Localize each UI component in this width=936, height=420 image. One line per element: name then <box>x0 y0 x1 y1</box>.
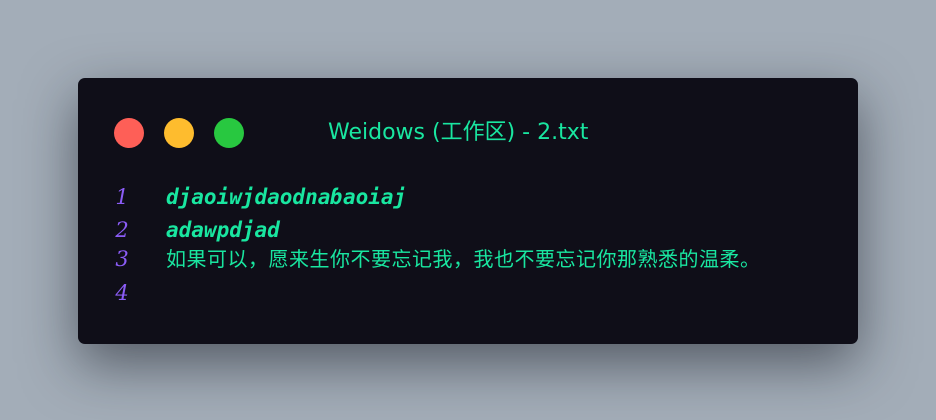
line-text[interactable]: djaoiwjdaodnaɓaoiaj <box>166 180 406 214</box>
close-window-button[interactable] <box>114 118 144 148</box>
minimize-window-button[interactable] <box>164 118 194 148</box>
editor-window: Weidows (工作区) - 2.txt 1 djaoiwjdaodnaɓao… <box>78 78 858 344</box>
line-number: 3 <box>115 247 129 271</box>
maximize-window-button[interactable] <box>214 118 244 148</box>
window-title: Weidows (工作区) - 2.txt <box>328 120 589 145</box>
line-number: 4 <box>115 281 129 305</box>
line-number: 1 <box>115 185 129 209</box>
line-text[interactable]: 如果可以，愿来生你不要忘记我，我也不要忘记你那熟悉的温柔。 <box>166 242 761 276</box>
